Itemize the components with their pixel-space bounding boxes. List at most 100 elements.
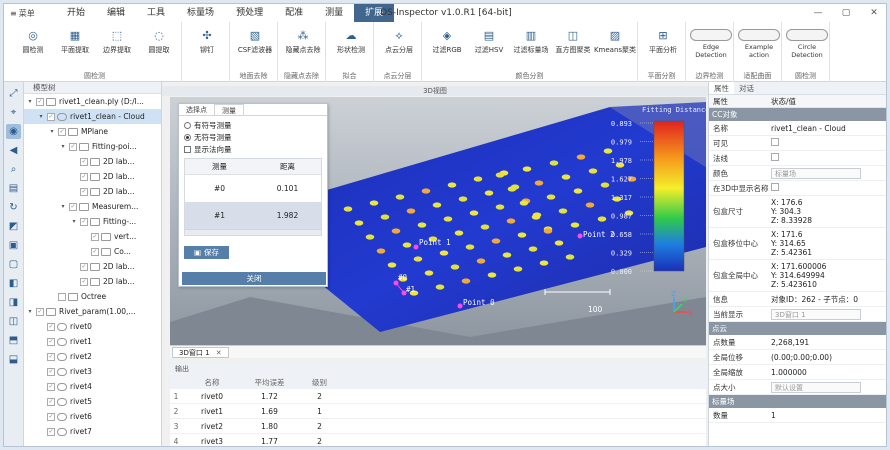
point-marker[interactable] <box>457 303 463 309</box>
left-view-icon[interactable]: ◧ <box>6 276 21 291</box>
column-header[interactable]: 级别 <box>297 377 342 388</box>
zoom-icon[interactable]: ⌕ <box>6 162 21 177</box>
rivet-marker[interactable] <box>406 208 416 214</box>
ribbon-button[interactable]: Example action <box>737 28 781 64</box>
menu-tab[interactable]: 工具 <box>136 4 176 22</box>
tree-checkbox[interactable]: ✓ <box>47 382 55 391</box>
rivet-marker[interactable] <box>502 252 512 258</box>
rivet-marker[interactable] <box>432 202 442 208</box>
menu-tab[interactable]: 标量场 <box>176 4 225 22</box>
property-value[interactable]: 标量场 <box>771 167 886 179</box>
tree-item[interactable]: ✓ rivet5 <box>24 394 161 409</box>
menu-tab[interactable]: 开始 <box>56 4 96 22</box>
expand-toggle-icon[interactable]: ▾ <box>26 308 34 315</box>
menu-tab[interactable]: 配准 <box>274 4 314 22</box>
tree-checkbox[interactable]: ✓ <box>47 352 55 361</box>
table-row[interactable]: 4 rivet3 1.77 2 <box>170 434 706 446</box>
tree-item[interactable]: ✓ rivet6 <box>24 409 161 424</box>
ribbon-button[interactable]: ⁂ 隐藏点去除 <box>281 28 325 64</box>
tree-item[interactable]: ✓ rivet0 <box>24 319 161 334</box>
rivet-marker[interactable] <box>513 266 523 272</box>
tree-item[interactable]: ✓ 2D lab... <box>24 184 161 199</box>
rivet-marker[interactable] <box>469 210 479 216</box>
rivet-marker[interactable] <box>458 196 468 202</box>
tab-3d-window-1[interactable]: 3D窗口 1 ✕ <box>172 347 229 358</box>
rivet-marker[interactable] <box>539 260 549 266</box>
rivet-marker[interactable] <box>600 182 610 188</box>
tree-checkbox[interactable]: ✓ <box>47 337 55 346</box>
tree-item[interactable]: ✓ 2D lab... <box>24 259 161 274</box>
rivet-marker[interactable] <box>476 258 486 264</box>
rivet-marker[interactable] <box>365 234 375 240</box>
layers-icon[interactable]: ▤ <box>6 181 21 196</box>
tree-checkbox[interactable]: ✓ <box>80 187 88 196</box>
ribbon-button[interactable]: ◎ 圆检测 <box>11 28 55 64</box>
tree-checkbox[interactable] <box>58 292 66 301</box>
rivet-marker[interactable] <box>465 244 475 250</box>
rivet-marker[interactable] <box>402 242 412 248</box>
tree-checkbox[interactable]: ✓ <box>80 157 88 166</box>
tree-item[interactable]: ▾ ✓ Fitting-... <box>24 214 161 229</box>
expand-toggle-icon[interactable]: ▾ <box>48 128 56 135</box>
tree-checkbox[interactable]: ✓ <box>36 97 44 106</box>
rivet-marker[interactable] <box>439 250 449 256</box>
tree-item[interactable]: ▾ ✓ Fitting-poi... <box>24 139 161 154</box>
ribbon-button[interactable]: ▥ 过滤标量场 <box>509 28 553 64</box>
rivet-marker[interactable] <box>561 174 571 180</box>
rivet-marker[interactable] <box>354 220 364 226</box>
rivet-marker[interactable] <box>395 194 405 200</box>
save-button[interactable]: ▣ 保存 <box>184 246 229 259</box>
locate-point-icon[interactable]: ◉ <box>6 124 21 139</box>
rivet-marker[interactable] <box>517 232 527 238</box>
ribbon-button[interactable]: ✣ 铆钉 <box>185 28 229 64</box>
tab-properties[interactable]: 属性 <box>709 82 734 94</box>
menu-tab[interactable]: 编辑 <box>96 4 136 22</box>
rivet-marker[interactable] <box>506 218 516 224</box>
property-dropdown[interactable]: 标量场 <box>771 167 861 179</box>
rivet-marker[interactable] <box>484 190 494 196</box>
tree-item[interactable]: ✓ rivet7 <box>24 424 161 439</box>
tree-item[interactable]: ✓ Co... <box>24 244 161 259</box>
column-header[interactable]: 平均误差 <box>242 377 297 388</box>
ribbon-button[interactable]: Circle Detection <box>785 28 829 64</box>
rivet-marker[interactable] <box>522 166 532 172</box>
property-checkbox[interactable] <box>771 138 779 146</box>
tree-item[interactable]: ▾ ✓ Measurem... <box>24 199 161 214</box>
tree-item[interactable]: ▾ ✓ Rivet_param(1.00,... <box>24 304 161 319</box>
horizontal-scrollbar[interactable] <box>185 229 321 235</box>
main-menu-button[interactable]: ≡ 菜单 <box>4 4 56 22</box>
rivet-marker[interactable] <box>573 188 583 194</box>
maximize-button[interactable]: ▢ <box>832 4 860 22</box>
table-row[interactable]: 3 rivet2 1.80 2 <box>170 419 706 434</box>
unsigned-measure-option[interactable]: 无符号测量 <box>179 131 327 143</box>
rivet-marker[interactable] <box>380 214 390 220</box>
ribbon-button[interactable]: Edge Detection <box>689 28 733 64</box>
back-view-icon[interactable]: ◫ <box>6 314 21 329</box>
tree-checkbox[interactable]: ✓ <box>47 112 55 121</box>
property-checkbox[interactable] <box>771 183 779 191</box>
property-value[interactable] <box>771 138 886 148</box>
close-window-button[interactable]: ✕ <box>860 4 886 22</box>
close-button[interactable]: 关闭 <box>182 272 326 285</box>
menu-tab[interactable]: 预处理 <box>225 4 274 22</box>
rivet-marker[interactable] <box>570 222 580 228</box>
ribbon-button[interactable]: ▤ 过滤HSV <box>467 28 511 64</box>
tab-measure[interactable]: 测量 <box>214 104 244 115</box>
tab-select-points[interactable]: 选择点 <box>179 104 214 115</box>
property-value[interactable] <box>771 153 886 163</box>
rivet-marker[interactable] <box>450 264 460 270</box>
rivet-marker[interactable] <box>576 154 586 160</box>
ribbon-button[interactable]: ◫ 直方图聚类 <box>551 28 595 64</box>
rivet-marker[interactable] <box>424 270 434 276</box>
rivet-marker[interactable] <box>447 182 457 188</box>
tree-checkbox[interactable]: ✓ <box>80 217 88 226</box>
rivet-marker[interactable] <box>546 194 556 200</box>
rivet-marker[interactable] <box>534 180 544 186</box>
rivet-marker[interactable] <box>487 272 497 278</box>
table-row[interactable]: 2 rivet1 1.69 1 <box>170 404 706 419</box>
plane-icon[interactable]: ◩ <box>6 219 21 234</box>
rivet-marker[interactable] <box>343 206 353 212</box>
tree-item[interactable]: ▾ ✓ rivet1_clean - Cloud <box>24 109 161 124</box>
rivet-marker[interactable] <box>454 230 464 236</box>
rivet-marker[interactable] <box>554 240 564 246</box>
